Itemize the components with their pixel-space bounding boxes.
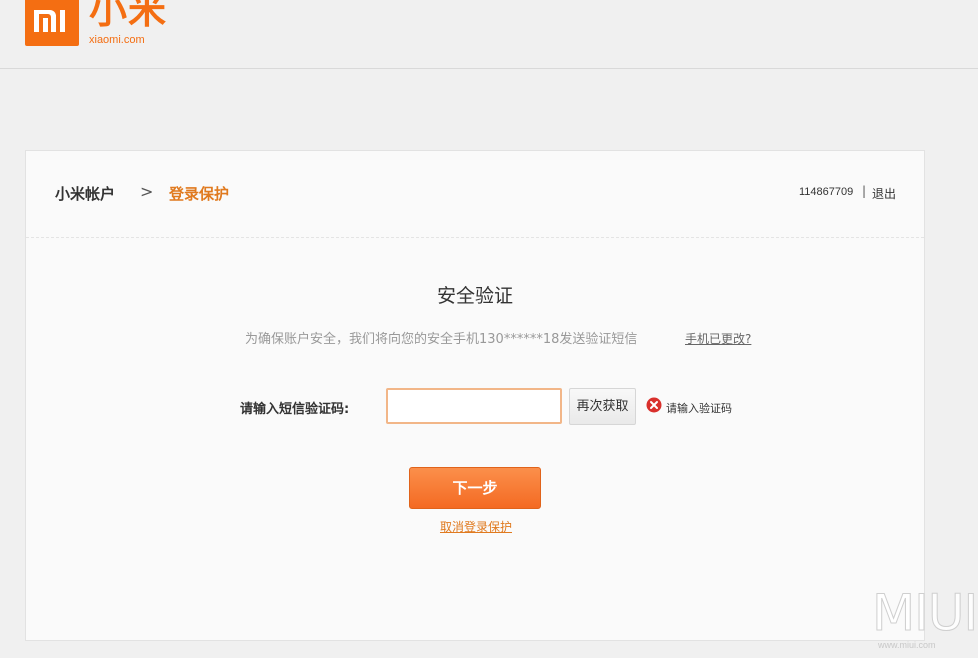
card-header: 小米帐户 > 登录保护 114867709 | 退出 [26, 151, 924, 238]
cancel-login-protection-link[interactable]: 取消登录保护 [26, 518, 926, 535]
login-protection-card: 小米帐户 > 登录保护 114867709 | 退出 安全验证 为确保账户安全，… [25, 150, 925, 641]
breadcrumb-root[interactable]: 小米帐户 [55, 183, 115, 204]
user-id: 114867709 [799, 186, 854, 198]
miui-watermark-logo: MIUI [871, 584, 978, 643]
phone-changed-link[interactable]: 手机已更改? [685, 330, 751, 347]
top-bar: 小米 xiaomi.com [0, 0, 978, 69]
next-step-button[interactable]: 下一步 [409, 467, 541, 509]
chevron-right-icon: > [140, 182, 154, 201]
breadcrumb-current: 登录保护 [169, 185, 230, 203]
brand-name[interactable]: 小米 [89, 0, 167, 30]
mi-logo-icon[interactable] [25, 0, 79, 46]
resend-code-button[interactable]: 再次获取 [569, 388, 636, 425]
sms-code-input[interactable] [386, 388, 562, 424]
brand-domain: xiaomi.com [89, 34, 145, 46]
error-message: 请输入验证码 [666, 402, 732, 415]
sms-code-label: 请输入短信验证码: [240, 402, 350, 417]
sms-notice: 为确保账户安全，我们将向您的安全手机130******18发送验证短信 [245, 332, 638, 347]
header-divider: | [862, 184, 867, 198]
cancel-link-label[interactable]: 取消登录保护 [440, 520, 512, 534]
miui-watermark-url: www.miui.com [878, 640, 936, 650]
page-title: 安全验证 [436, 285, 513, 307]
miui-watermark: MIUI www.miui.com [871, 584, 978, 654]
logout-link[interactable]: 退出 [872, 185, 896, 202]
error-icon [646, 397, 662, 413]
